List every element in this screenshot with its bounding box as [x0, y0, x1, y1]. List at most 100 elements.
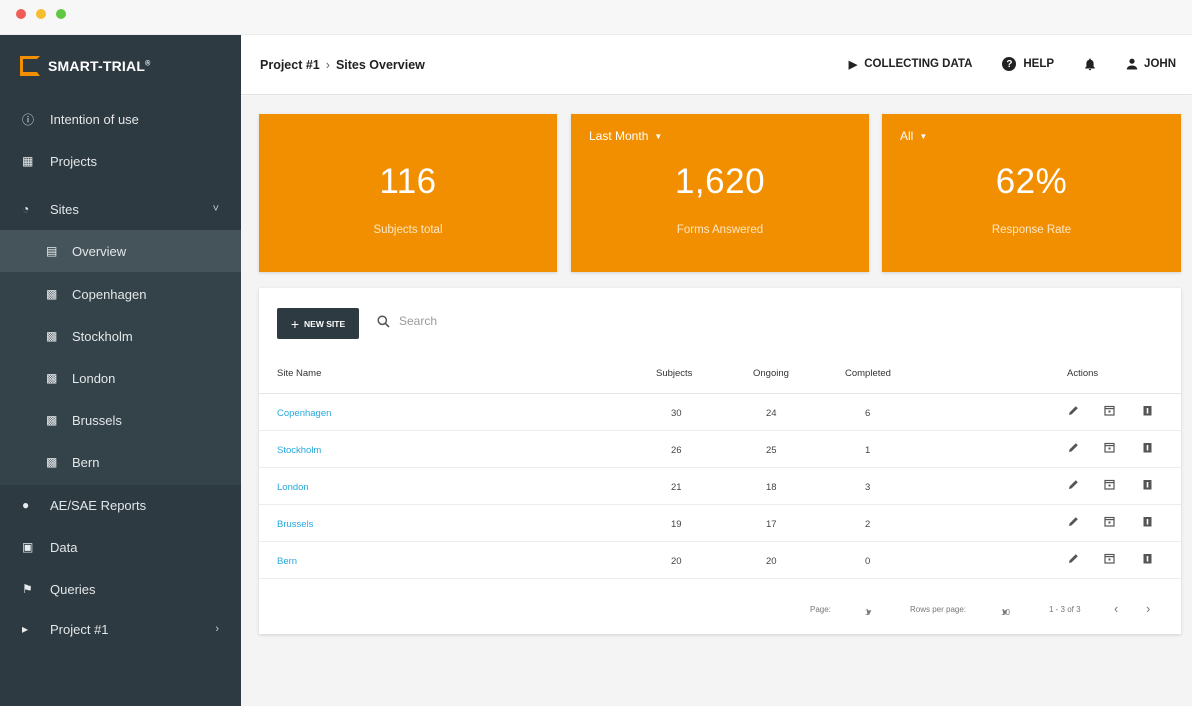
caret-down-icon: ▼ [1001, 608, 1009, 617]
sidebar-item-label: Sites [50, 201, 79, 217]
caret-down-icon: ▼ [865, 608, 873, 617]
brand-logo[interactable]: SMART-TRIAL® [20, 53, 150, 79]
play-icon: ▶ [848, 58, 858, 71]
collecting-data-button[interactable]: ▶ COLLECTING DATA [849, 58, 973, 71]
breadcrumb-project[interactable]: Project #1 [260, 58, 320, 72]
sidebar-item-label: London [72, 370, 116, 386]
sidebar-item-projects[interactable]: ▦ Projects [0, 140, 241, 182]
stat-card-forms: Last Month ▼ 1,620 Forms Answered [571, 114, 869, 272]
period-dropdown-label: Last Month [589, 129, 649, 143]
grid-icon: ▦ [22, 154, 34, 168]
stat-label: Subjects total [373, 224, 443, 236]
column-header-subjects[interactable]: Subjects [656, 368, 692, 379]
previous-page-button[interactable]: ‹ [1114, 601, 1118, 616]
sidebar-item-overview[interactable]: ▤ Overview [0, 230, 241, 272]
top-bar: Project #1 › Sites Overview ▶ COLLECTING… [241, 35, 1192, 95]
stat-label: Forms Answered [676, 224, 764, 236]
sidebar-item-project-1[interactable]: ▸ Project #1 › [0, 608, 241, 650]
chevron-right-icon: › [215, 623, 219, 635]
stat-card-subjects: 116 Subjects total [259, 114, 557, 272]
delete-icon[interactable] [1142, 553, 1153, 567]
notifications-button[interactable] [1084, 58, 1096, 71]
calendar-icon[interactable] [1104, 479, 1115, 493]
sidebar-item-label: Stockholm [72, 328, 133, 344]
site-name-link[interactable]: Brussels [277, 519, 313, 530]
stat-label: Response Rate [991, 224, 1072, 236]
calendar-icon[interactable] [1104, 516, 1115, 530]
period-dropdown[interactable]: Last Month ▼ [589, 129, 662, 143]
breadcrumb-current: Sites Overview [335, 58, 425, 72]
sidebar-item-label: Projects [50, 153, 97, 169]
sidebar: SMART-TRIAL® ⓘ Intention of use ▦ Projects ◔… [0, 35, 241, 706]
top-actions: ▶ COLLECTING DATA ? HELP JOHN [819, 57, 1176, 71]
delete-icon[interactable] [1142, 405, 1153, 419]
help-label: HELP [1023, 58, 1055, 70]
column-header-site-name[interactable]: Site Name [277, 368, 321, 379]
column-header-actions: Actions [1067, 368, 1099, 379]
subjects-cell: 19 [671, 519, 682, 530]
site-name-link[interactable]: Stockholm [277, 445, 321, 456]
ongoing-cell: 17 [766, 519, 777, 530]
subjects-cell: 20 [671, 556, 682, 567]
delete-icon[interactable] [1142, 479, 1153, 493]
site-name-link[interactable]: Copenhagen [277, 408, 331, 419]
alert-icon: ● [22, 498, 30, 512]
site-name-link[interactable]: Bern [277, 556, 297, 567]
ongoing-cell: 18 [766, 482, 777, 493]
edit-icon[interactable] [1068, 479, 1079, 493]
delete-icon[interactable] [1142, 516, 1153, 530]
search-input[interactable]: Search [399, 314, 437, 328]
collecting-data-label: COLLECTING DATA [864, 58, 973, 70]
sidebar-item-label: AE/SAE Reports [50, 497, 147, 513]
site-name-link[interactable]: London [277, 482, 309, 493]
brand-name: SMART-TRIAL [48, 58, 146, 74]
chevron-down-icon: ˅ [212, 203, 219, 215]
building-icon: ▩ [46, 371, 58, 385]
sidebar-item-queries[interactable]: ⚑ Queries [0, 568, 241, 610]
edit-icon[interactable] [1068, 442, 1079, 456]
calendar-icon[interactable] [1104, 553, 1115, 567]
table-row: Copenhagen 30 24 6 [259, 394, 1181, 431]
minimize-window-dot[interactable] [36, 9, 46, 19]
sidebar-item-brussels[interactable]: ▩ Brussels [0, 399, 241, 441]
sidebar-item-ae-sae-reports[interactable]: ● AE/SAE Reports [0, 484, 241, 526]
sidebar-item-london[interactable]: ▩ London [0, 357, 241, 399]
maximize-window-dot[interactable] [56, 9, 66, 19]
table-header: Site Name Subjects Ongoing Completed Act… [259, 358, 1181, 394]
calendar-icon[interactable] [1104, 405, 1115, 419]
stat-value: 116 [379, 162, 437, 201]
edit-icon[interactable] [1068, 405, 1079, 419]
new-site-button[interactable]: + NEW SITE [277, 308, 359, 339]
sidebar-item-stockholm[interactable]: ▩ Stockholm [0, 315, 241, 357]
stat-value: 1,620 [674, 162, 766, 201]
next-page-button[interactable]: › [1146, 601, 1150, 616]
pagination-range: 1 - 3 of 3 [1049, 605, 1081, 614]
sidebar-item-data[interactable]: ▣ Data [0, 526, 241, 568]
table-pagination: Page: 1 ▼ Rows per page: 10 ▼ 1 - 3 of 3… [259, 601, 1181, 622]
stat-card-response: All ▼ 62% Response Rate [882, 114, 1181, 272]
column-header-ongoing[interactable]: Ongoing [753, 368, 789, 379]
calendar-icon: ▤ [46, 244, 58, 258]
column-header-completed[interactable]: Completed [845, 368, 891, 379]
edit-icon[interactable] [1068, 516, 1079, 530]
delete-icon[interactable] [1142, 442, 1153, 456]
chart-icon: ▣ [22, 540, 34, 554]
subjects-cell: 21 [671, 482, 682, 493]
sidebar-item-bern[interactable]: ▩ Bern [0, 441, 241, 483]
edit-icon[interactable] [1068, 553, 1079, 567]
calendar-icon[interactable] [1104, 442, 1115, 456]
filter-dropdown[interactable]: All ▼ [900, 129, 927, 143]
help-button[interactable]: ? HELP [1002, 57, 1054, 71]
ongoing-cell: 24 [766, 408, 777, 419]
sidebar-item-intention-of-use[interactable]: ⓘ Intention of use [0, 98, 241, 140]
sidebar-item-sites[interactable]: ◔ Sites ˅ [0, 188, 241, 230]
search-field[interactable]: Search [377, 314, 437, 328]
table-row: Bern 20 20 0 [259, 542, 1181, 579]
close-window-dot[interactable] [16, 9, 26, 19]
building-icon: ▩ [46, 455, 58, 469]
user-menu-button[interactable]: JOHN [1126, 58, 1176, 70]
sidebar-item-copenhagen[interactable]: ▩ Copenhagen [0, 273, 241, 315]
stat-value: 62% [995, 162, 1068, 201]
completed-cell: 6 [865, 408, 871, 419]
table-row: London 21 18 3 [259, 468, 1181, 505]
